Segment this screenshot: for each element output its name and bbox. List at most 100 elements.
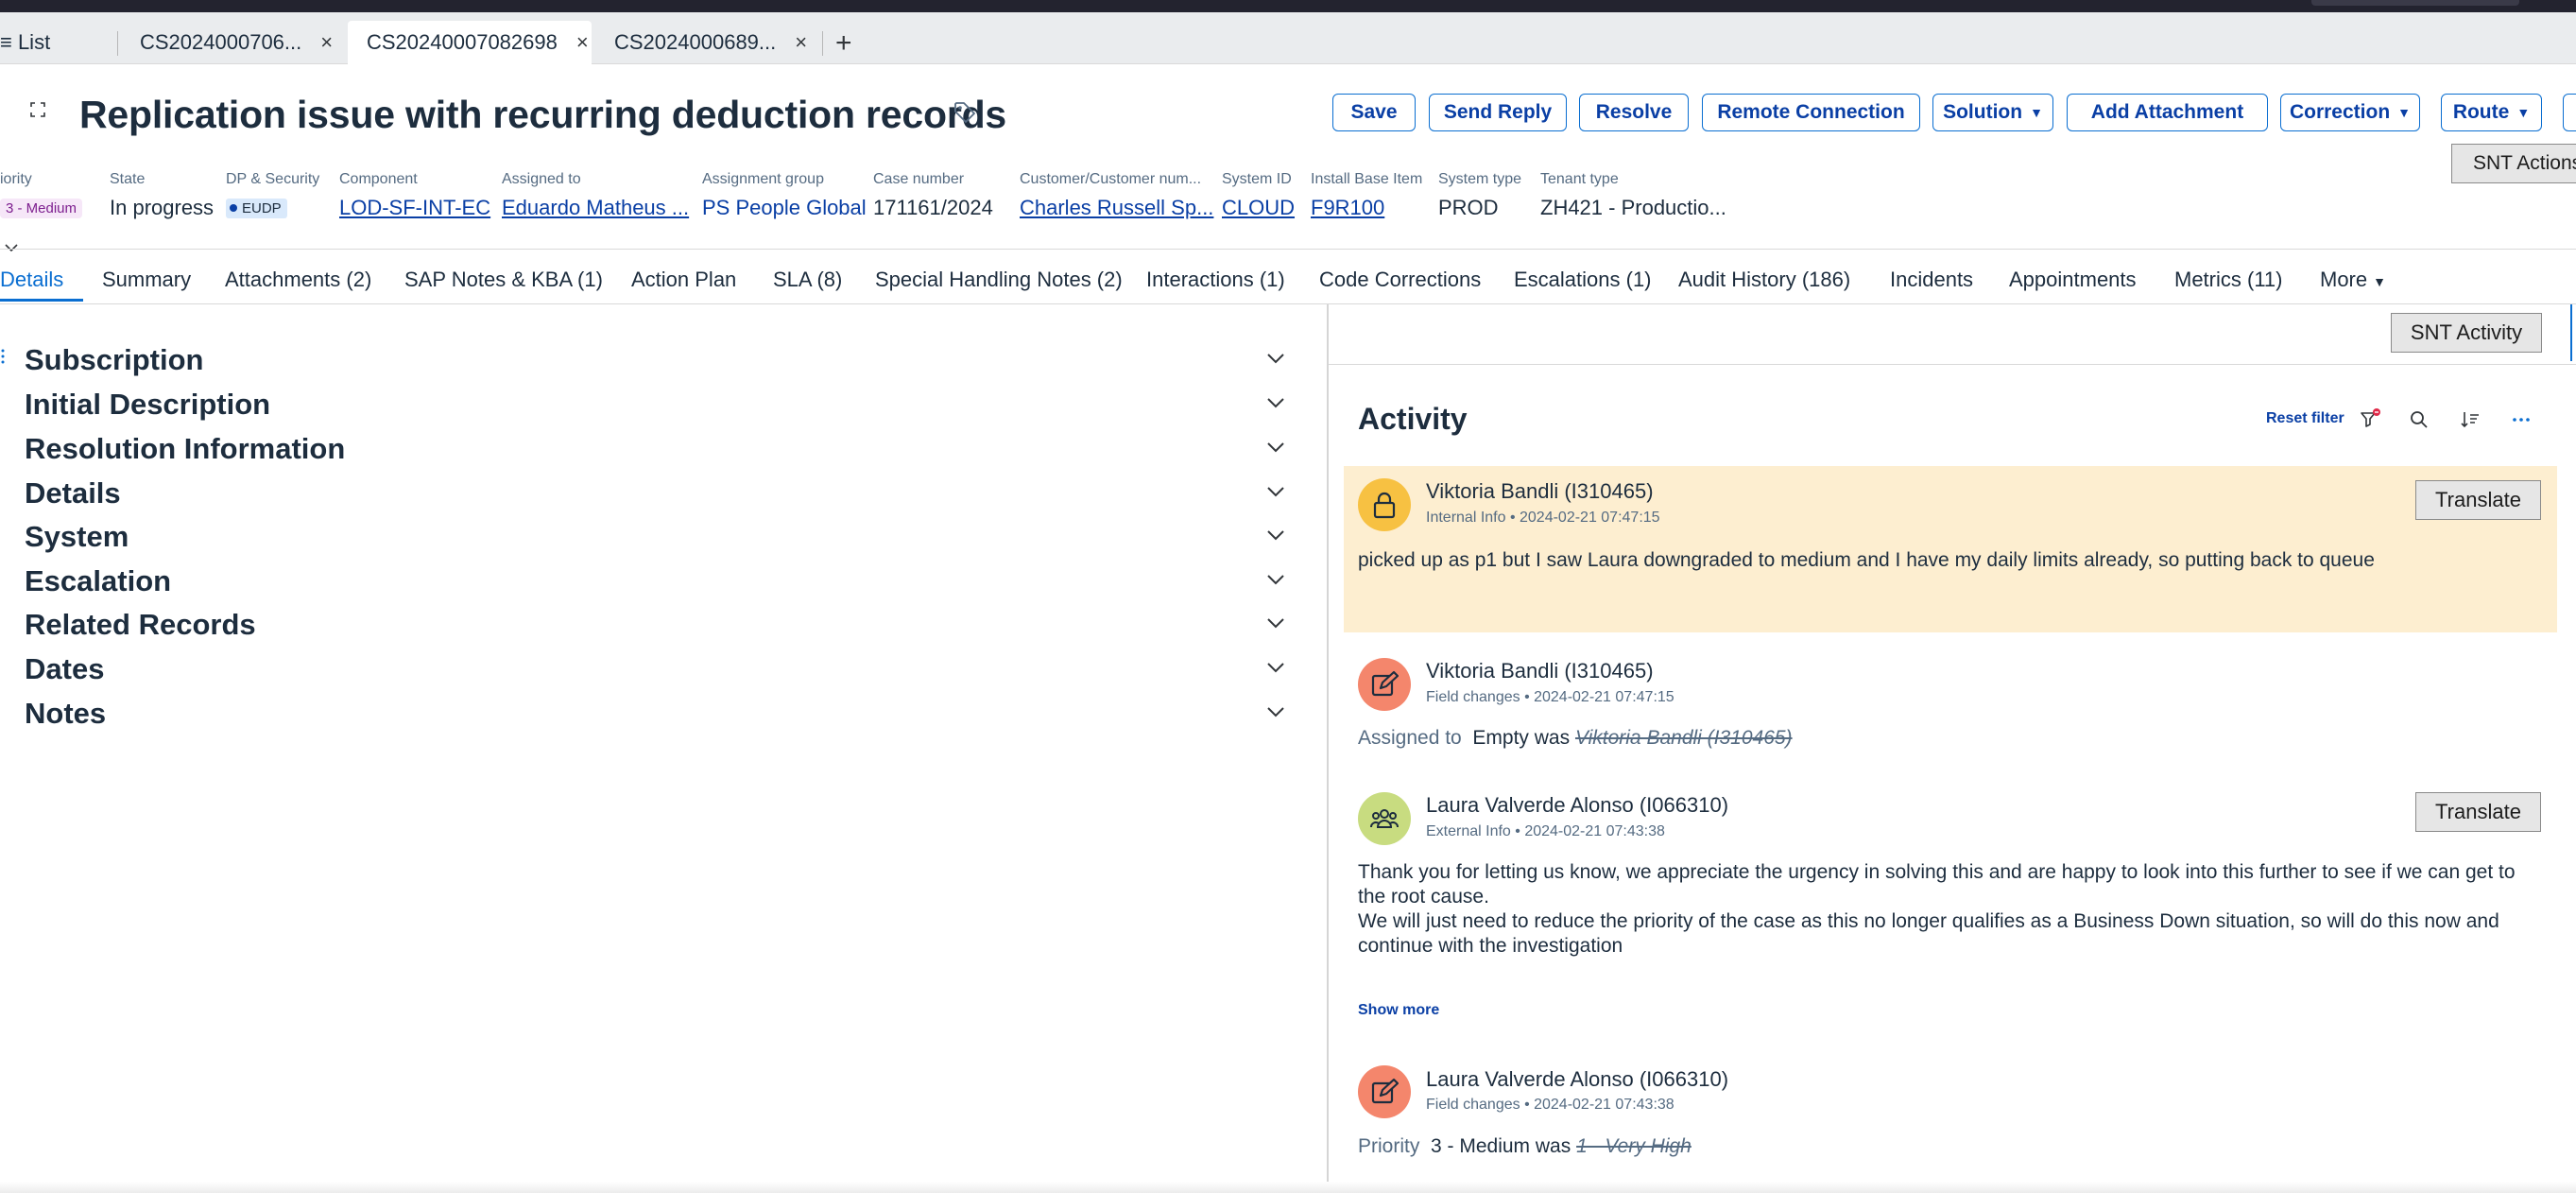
tab-action-plan[interactable]: Action Plan — [631, 261, 736, 304]
section-notes[interactable]: Notes — [25, 697, 106, 731]
field-priority: iority 3 - Medium — [0, 171, 83, 218]
chevron-down-icon[interactable] — [4, 240, 19, 255]
tab-escalations[interactable]: Escalations (1) — [1514, 261, 1652, 304]
entry-meta: Field changes • 2024-02-21 07:47:15 — [1426, 689, 1674, 705]
resolve-button[interactable]: Resolve — [1579, 94, 1689, 131]
field-value: EUDP — [226, 194, 319, 218]
tab-case-3[interactable]: CS2024000689... × — [614, 21, 816, 64]
snt-activity-button[interactable]: SNT Activity — [2391, 313, 2542, 353]
drag-handle-icon[interactable] — [0, 348, 6, 365]
close-icon[interactable]: × — [320, 30, 333, 55]
install-base-link[interactable]: F9R100 — [1311, 196, 1422, 220]
section-details[interactable]: Details — [25, 476, 121, 510]
tab-code-corrections[interactable]: Code Corrections — [1319, 261, 1481, 304]
chevron-down-icon[interactable] — [1266, 397, 1285, 408]
tab-attachments[interactable]: Attachments (2) — [225, 261, 371, 304]
field-label: Tenant type — [1540, 171, 1619, 187]
panel-splitter[interactable] — [1327, 304, 1329, 1193]
translate-button[interactable]: Translate — [2415, 480, 2541, 520]
active-tab-indicator — [0, 299, 83, 302]
new-tab-button[interactable]: + — [835, 29, 852, 58]
correction-button[interactable]: Correction ▼ — [2280, 94, 2420, 131]
section-initial-description[interactable]: Initial Description — [25, 388, 270, 422]
entry-body-line: Thank you for letting us know, we apprec… — [1358, 861, 2516, 908]
resolve-label: Resolve — [1595, 101, 1673, 123]
section-dates[interactable]: Dates — [25, 652, 104, 686]
entry-body: picked up as p1 but I saw Laura downgrad… — [1358, 549, 2375, 571]
chevron-down-icon[interactable] — [1266, 441, 1285, 453]
assignment-group-link[interactable]: PS People Global — [702, 196, 867, 220]
section-subscription[interactable]: Subscription — [25, 343, 203, 377]
overflow-menu-icon[interactable] — [2510, 408, 2533, 431]
change-new: Empty was — [1472, 727, 1571, 749]
component-link[interactable]: LOD-SF-INT-EC — [339, 196, 490, 220]
close-icon[interactable]: × — [795, 30, 807, 55]
chevron-down-icon[interactable] — [1266, 486, 1285, 497]
reset-filter-link[interactable]: Reset filter — [2266, 410, 2344, 427]
section-related-records[interactable]: Related Records — [25, 608, 256, 642]
tab-appointments[interactable]: Appointments — [2009, 261, 2137, 304]
field-dp-security: DP & Security EUDP — [226, 171, 319, 218]
change-new: 3 - Medium was — [1431, 1135, 1571, 1157]
field-label: Assignment group — [702, 171, 824, 187]
more-actions-button[interactable] — [2563, 94, 2576, 131]
section-escalation[interactable]: Escalation — [25, 564, 171, 598]
field-value: 3 - Medium — [0, 194, 83, 218]
chevron-down-icon[interactable] — [1266, 706, 1285, 718]
field-state: State In progress — [110, 171, 214, 220]
tab-more[interactable]: More ▼ — [2320, 261, 2386, 304]
tab-special-handling-notes[interactable]: Special Handling Notes (2) — [875, 261, 1123, 304]
tab-case-1[interactable]: CS2024000706... × — [140, 21, 348, 64]
add-attachment-button[interactable]: Add Attachment — [2067, 94, 2268, 131]
tab-sla[interactable]: SLA (8) — [773, 261, 842, 304]
activity-title: Activity — [1358, 402, 1468, 436]
chevron-down-icon[interactable] — [1266, 617, 1285, 629]
avatar — [1358, 658, 1411, 711]
tab-summary[interactable]: Summary — [102, 261, 191, 304]
send-reply-button[interactable]: Send Reply — [1429, 94, 1567, 131]
close-icon[interactable]: × — [576, 30, 589, 55]
system-id-link[interactable]: CLOUD — [1222, 196, 1295, 220]
save-label: Save — [1350, 101, 1398, 123]
sort-icon[interactable] — [2459, 408, 2482, 431]
tab-audit-history[interactable]: Audit History (186) — [1678, 261, 1850, 304]
show-more-link[interactable]: Show more — [1358, 1002, 1439, 1019]
tab-incidents[interactable]: Incidents — [1890, 261, 1973, 304]
entry-meta: External Info • 2024-02-21 07:43:38 — [1426, 823, 1665, 839]
field-system-id: System ID CLOUD — [1222, 171, 1295, 220]
expand-icon[interactable] — [30, 102, 45, 117]
chevron-down-icon[interactable] — [1266, 353, 1285, 364]
tab-label: CS20240007082698 — [367, 30, 558, 54]
tag-icon[interactable] — [953, 100, 977, 125]
tab-sap-notes[interactable]: SAP Notes & KBA (1) — [404, 261, 603, 304]
save-button[interactable]: Save — [1332, 94, 1416, 131]
tab-list[interactable]: ≡ List — [0, 21, 113, 64]
customer-link[interactable]: Charles Russell Sp... — [1020, 196, 1213, 220]
tab-case-active[interactable]: CS20240007082698 × — [348, 21, 592, 64]
field-system-type: System type PROD — [1438, 171, 1521, 220]
section-system[interactable]: System — [25, 520, 129, 554]
section-resolution-information[interactable]: Resolution Information — [25, 432, 345, 466]
tab-metrics[interactable]: Metrics (11) — [2174, 261, 2283, 304]
filter-icon[interactable] — [2359, 408, 2381, 431]
translate-label: Translate — [2435, 488, 2521, 511]
field-label: State — [110, 171, 146, 187]
remote-connection-button[interactable]: Remote Connection — [1702, 94, 1920, 131]
field-label: Install Base Item — [1311, 171, 1423, 187]
field-value: In progress — [110, 196, 215, 219]
chevron-down-icon[interactable] — [1266, 574, 1285, 585]
chevron-down-icon[interactable] — [1266, 662, 1285, 673]
chevron-down-icon[interactable] — [1266, 529, 1285, 541]
tab-interactions[interactable]: Interactions (1) — [1146, 261, 1285, 304]
field-install-base-item: Install Base Item F9R100 — [1311, 171, 1422, 220]
tab-label: ≡ List — [0, 30, 51, 54]
solution-button[interactable]: Solution ▼ — [1932, 94, 2053, 131]
field-label: Customer/Customer num... — [1020, 171, 1202, 187]
eudp-label: EUDP — [242, 200, 282, 216]
translate-button[interactable]: Translate — [2415, 792, 2541, 832]
assigned-to-link[interactable]: Eduardo Matheus ... — [502, 196, 689, 220]
snt-actions-button[interactable]: SNT Actions — [2451, 144, 2576, 183]
search-icon[interactable] — [2408, 408, 2430, 431]
people-icon — [1370, 809, 1399, 828]
route-button[interactable]: Route ▼ — [2441, 94, 2542, 131]
